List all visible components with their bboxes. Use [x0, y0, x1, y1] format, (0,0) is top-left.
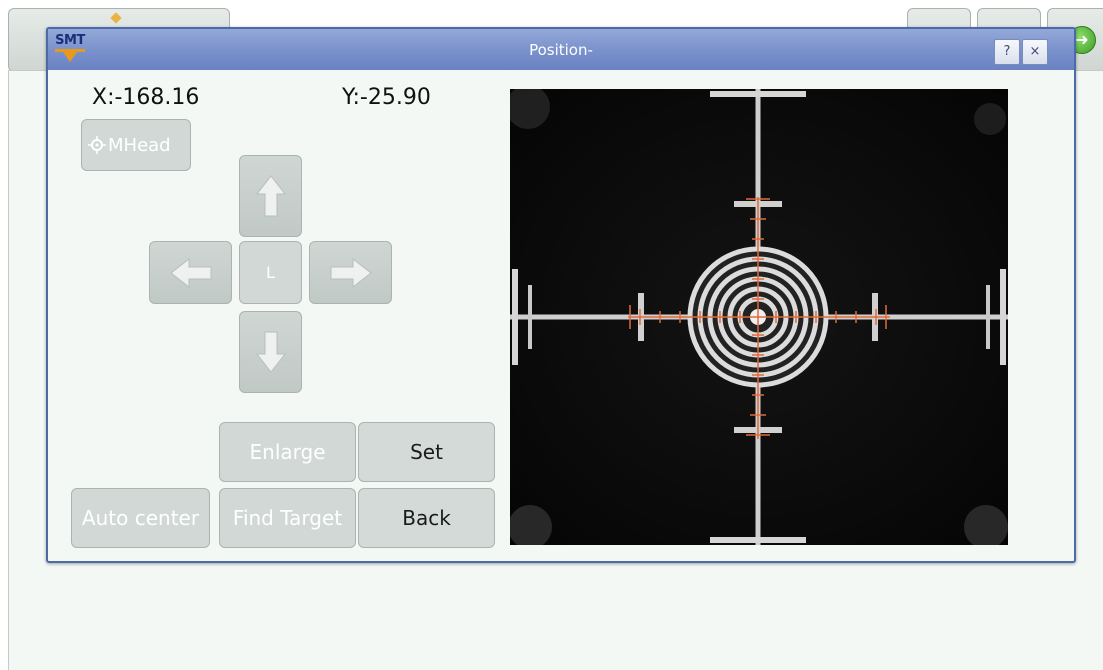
y-coordinate: Y:-25.90 [342, 85, 431, 110]
arrow-left-icon [169, 257, 211, 288]
move-down-button[interactable] [239, 311, 302, 393]
mhead-label: MHead [108, 134, 171, 156]
center-button-label: L [266, 263, 275, 282]
find-target-button-label: Find Target [232, 506, 343, 530]
arrow-up-icon [255, 175, 286, 217]
crosshair-icon [88, 136, 106, 154]
move-up-button[interactable] [239, 155, 302, 237]
enlarge-button[interactable]: Enlarge [219, 422, 356, 482]
fiducial-target-image [510, 89, 1008, 545]
set-button-label: Set [410, 440, 443, 464]
x-coordinate: X:-168.16 [92, 85, 200, 110]
arrow-down-icon [255, 331, 286, 373]
auto-center-button-label: Auto center [81, 506, 200, 530]
center-button[interactable]: L [239, 241, 302, 304]
dialog-title: Position- [529, 41, 593, 59]
back-button-label: Back [402, 506, 451, 530]
enlarge-button-label: Enlarge [249, 440, 326, 464]
mhead-button[interactable]: MHead [81, 119, 191, 171]
camera-view[interactable] [510, 89, 1008, 545]
back-button[interactable]: Back [358, 488, 495, 548]
help-button[interactable]: ? [994, 39, 1020, 65]
arrow-right-icon [330, 257, 372, 288]
auto-center-button[interactable]: Auto center [71, 488, 210, 548]
position-dialog: SMT Position- ? × X:-168.16 Y:-25.90 MHe… [46, 27, 1076, 563]
close-button[interactable]: × [1022, 39, 1048, 65]
move-right-button[interactable] [309, 241, 392, 304]
find-target-button[interactable]: Find Target [219, 488, 356, 548]
set-button[interactable]: Set [358, 422, 495, 482]
move-left-button[interactable] [149, 241, 232, 304]
title-bar[interactable]: SMT Position- ? × [48, 29, 1074, 70]
